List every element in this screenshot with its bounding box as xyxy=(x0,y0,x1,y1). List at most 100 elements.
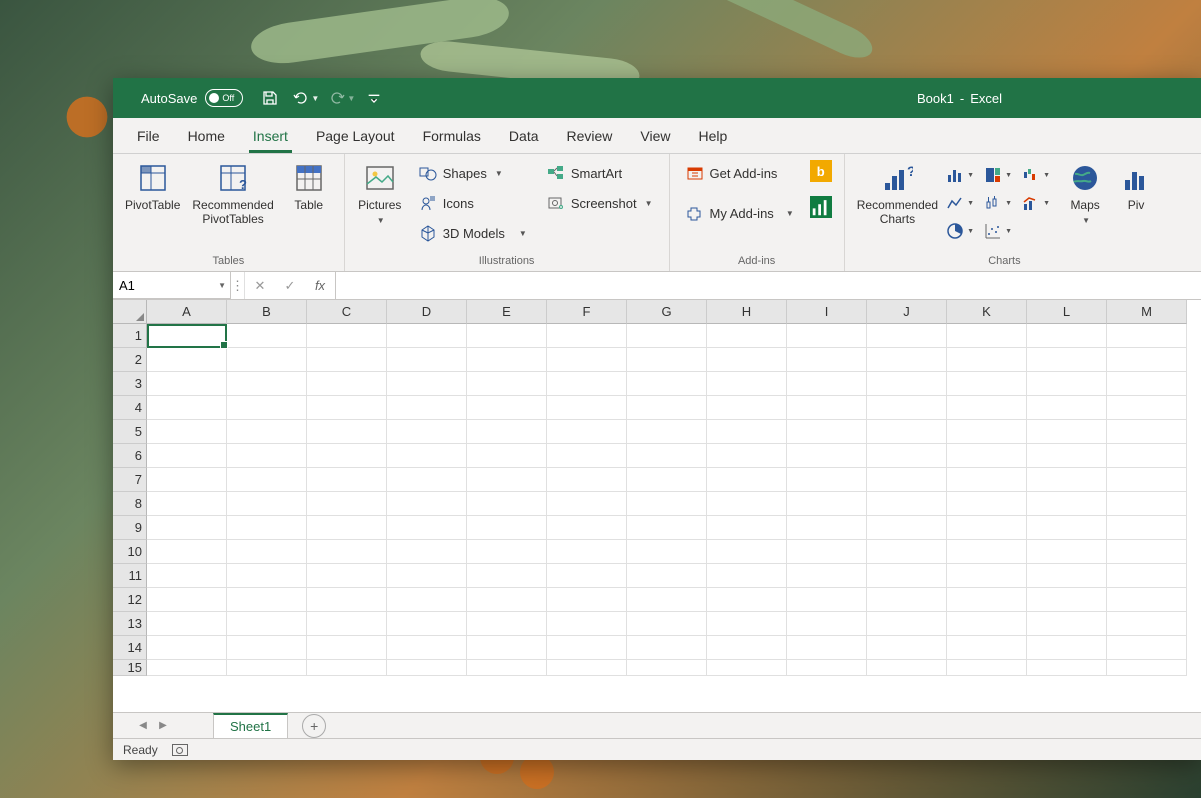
cell[interactable] xyxy=(147,516,227,540)
row-header[interactable]: 2 xyxy=(113,348,147,372)
pictures-button[interactable]: Pictures ▼ xyxy=(353,158,407,225)
cell[interactable] xyxy=(1027,492,1107,516)
tab-file[interactable]: File xyxy=(123,118,174,153)
cell[interactable] xyxy=(307,516,387,540)
cell[interactable] xyxy=(627,444,707,468)
cell[interactable] xyxy=(947,588,1027,612)
cell[interactable] xyxy=(1027,396,1107,420)
3d-models-button[interactable]: 3D Models ▼ xyxy=(415,220,531,246)
cell[interactable] xyxy=(1107,564,1187,588)
cell[interactable] xyxy=(867,324,947,348)
row-header[interactable]: 8 xyxy=(113,492,147,516)
tab-home[interactable]: Home xyxy=(174,118,239,153)
cell[interactable] xyxy=(787,564,867,588)
line-chart-button[interactable]: ▼ xyxy=(1022,162,1054,188)
col-header[interactable]: I xyxy=(787,300,867,324)
tab-help[interactable]: Help xyxy=(685,118,742,153)
record-macro-icon[interactable] xyxy=(172,744,188,756)
cell[interactable] xyxy=(547,444,627,468)
row-header[interactable]: 15 xyxy=(113,660,147,676)
cell[interactable] xyxy=(387,468,467,492)
cell[interactable] xyxy=(467,612,547,636)
cell[interactable] xyxy=(867,468,947,492)
cell[interactable] xyxy=(307,660,387,676)
sheet-nav-next[interactable]: ▶ xyxy=(153,720,173,731)
smartart-button[interactable]: SmartArt xyxy=(543,160,657,186)
cell[interactable] xyxy=(707,516,787,540)
cell[interactable] xyxy=(1107,588,1187,612)
col-header[interactable]: L xyxy=(1027,300,1107,324)
cell[interactable] xyxy=(1027,444,1107,468)
cell[interactable] xyxy=(547,612,627,636)
col-header[interactable]: K xyxy=(947,300,1027,324)
row-header[interactable]: 6 xyxy=(113,444,147,468)
cell[interactable] xyxy=(387,444,467,468)
cell[interactable] xyxy=(467,348,547,372)
cell[interactable] xyxy=(307,468,387,492)
tab-insert[interactable]: Insert xyxy=(239,118,302,153)
cell[interactable] xyxy=(947,348,1027,372)
cell[interactable] xyxy=(227,348,307,372)
cell[interactable] xyxy=(787,444,867,468)
cell[interactable] xyxy=(1027,564,1107,588)
cell[interactable] xyxy=(627,492,707,516)
cell[interactable] xyxy=(307,420,387,444)
cell[interactable] xyxy=(227,468,307,492)
cell[interactable] xyxy=(467,372,547,396)
bing-maps-addin-icon[interactable]: b xyxy=(810,160,832,182)
cell[interactable] xyxy=(227,612,307,636)
table-button[interactable]: Table xyxy=(282,158,336,212)
cell[interactable] xyxy=(1027,612,1107,636)
cell[interactable] xyxy=(547,588,627,612)
cell[interactable] xyxy=(867,636,947,660)
save-button[interactable] xyxy=(257,85,283,111)
cell[interactable] xyxy=(707,348,787,372)
line-area-button[interactable]: ▼ xyxy=(946,190,978,216)
cell[interactable] xyxy=(707,444,787,468)
cell[interactable] xyxy=(387,516,467,540)
cell[interactable] xyxy=(467,660,547,676)
cell[interactable] xyxy=(1107,492,1187,516)
cell[interactable] xyxy=(947,420,1027,444)
cell[interactable] xyxy=(707,540,787,564)
cell[interactable] xyxy=(467,540,547,564)
shapes-button[interactable]: Shapes ▼ xyxy=(415,160,531,186)
cell[interactable] xyxy=(227,588,307,612)
cell[interactable] xyxy=(307,444,387,468)
select-all-corner[interactable] xyxy=(113,300,147,324)
cell[interactable] xyxy=(707,612,787,636)
cell[interactable] xyxy=(227,516,307,540)
cell[interactable] xyxy=(467,588,547,612)
cell[interactable] xyxy=(867,348,947,372)
cell[interactable] xyxy=(627,588,707,612)
col-header[interactable]: B xyxy=(227,300,307,324)
cell[interactable] xyxy=(707,324,787,348)
cell[interactable] xyxy=(227,540,307,564)
cell[interactable] xyxy=(787,468,867,492)
cell[interactable] xyxy=(387,564,467,588)
col-header[interactable]: D xyxy=(387,300,467,324)
cell[interactable] xyxy=(147,564,227,588)
customize-qat-button[interactable] xyxy=(365,85,383,111)
cell[interactable] xyxy=(307,396,387,420)
cell[interactable] xyxy=(147,540,227,564)
cell[interactable] xyxy=(547,468,627,492)
cell[interactable] xyxy=(1027,468,1107,492)
cell[interactable] xyxy=(227,444,307,468)
recommended-pivottables-button[interactable]: ? Recommended PivotTables xyxy=(188,158,277,227)
row-header[interactable]: 9 xyxy=(113,516,147,540)
cell[interactable] xyxy=(547,636,627,660)
cell[interactable] xyxy=(387,588,467,612)
cell[interactable] xyxy=(867,588,947,612)
row-header[interactable]: 10 xyxy=(113,540,147,564)
cell[interactable] xyxy=(707,468,787,492)
cell[interactable] xyxy=(867,516,947,540)
cell[interactable] xyxy=(227,564,307,588)
pie-chart-button[interactable]: ▼ xyxy=(946,218,978,244)
cell[interactable] xyxy=(227,660,307,676)
cell[interactable] xyxy=(147,492,227,516)
cell[interactable] xyxy=(1107,420,1187,444)
col-header[interactable]: F xyxy=(547,300,627,324)
col-header[interactable]: C xyxy=(307,300,387,324)
cell[interactable] xyxy=(1107,396,1187,420)
